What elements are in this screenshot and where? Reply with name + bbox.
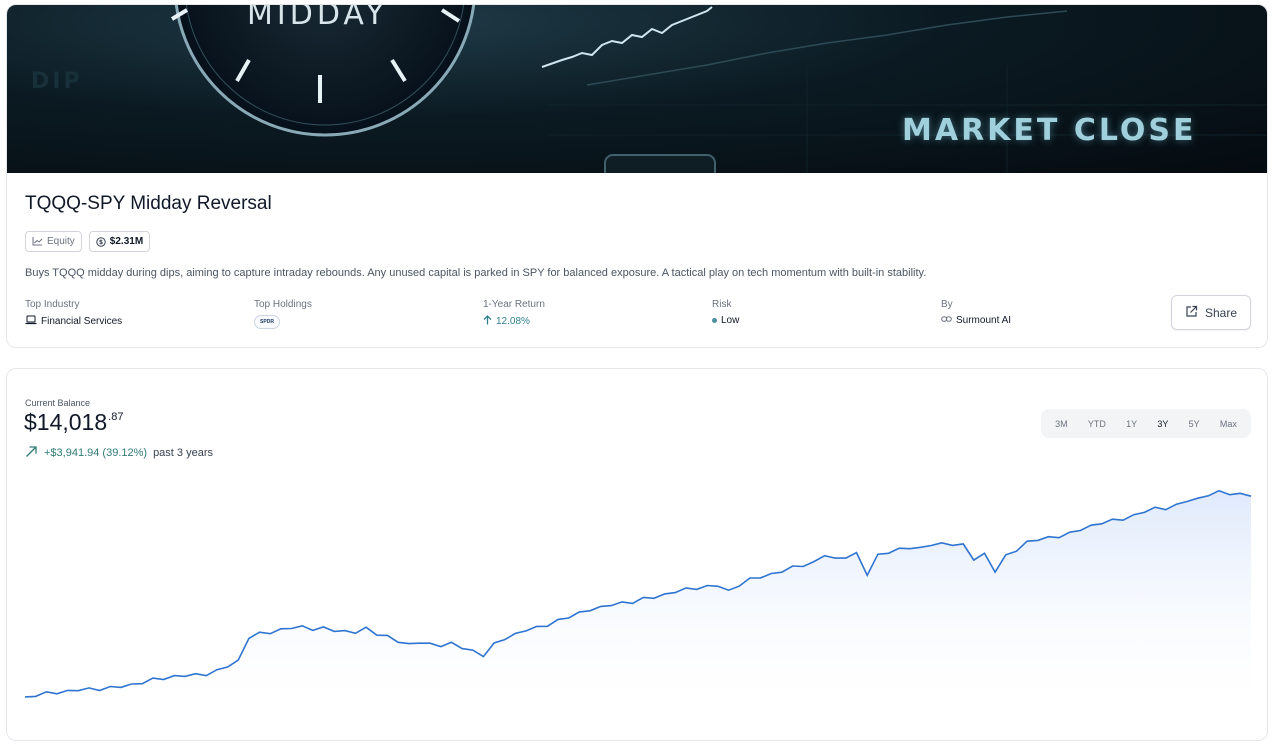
range-3m[interactable]: 3M [1051, 415, 1072, 433]
strategy-description: Buys TQQQ midday during dips, aiming to … [25, 267, 927, 279]
range-ytd[interactable]: YTD [1084, 415, 1110, 433]
chart-area-fill [25, 490, 1251, 701]
stat-label: Top Industry [25, 299, 80, 310]
strategy-title: TQQQ-SPY Midday Reversal [25, 193, 272, 214]
banner-market-close-text: MARKET CLOSE [902, 113, 1197, 148]
stat-value-row: Low [712, 315, 739, 326]
top-industry-value: Financial Services [41, 316, 123, 327]
stat-label: Risk [712, 299, 732, 310]
stat-risk: Risk Low [712, 299, 739, 326]
coin-icon: $ [96, 236, 106, 247]
stat-label: Top Holdings [254, 299, 312, 310]
strategy-banner-image: DIP MIDDAY MARKET CLOSE [7, 5, 1267, 173]
stat-value-row: Surmount AI [941, 315, 1011, 326]
balance-cents: .87 [108, 411, 124, 423]
line-chart-icon [32, 237, 43, 246]
risk-value: Low [721, 315, 740, 326]
spdr-logo[interactable]: SPDR [254, 315, 280, 329]
author-value[interactable]: Surmount AI [956, 315, 1011, 326]
asset-class-label: Equity [47, 236, 75, 247]
range-max[interactable]: Max [1216, 415, 1241, 433]
external-link-icon [1185, 305, 1198, 321]
share-label: Share [1204, 305, 1238, 320]
strategy-tags: Equity $ $2.31M [25, 231, 151, 252]
balance-card: Current Balance $14,018 .87 +$3,941.94 (… [6, 368, 1268, 741]
aum-label: $2.31M [109, 236, 144, 247]
stat-value-row: SPDR [254, 315, 312, 329]
stat-one-year-return: 1-Year Return 12.08% [483, 299, 545, 328]
laptop-icon [25, 315, 37, 328]
range-3y[interactable]: 3Y [1153, 415, 1172, 433]
risk-dot-icon [712, 318, 717, 323]
trend-up-arrow-icon [25, 445, 38, 461]
stat-by: By Surmount AI [941, 299, 1011, 326]
current-balance-value: $14,018 .87 [24, 409, 123, 436]
stat-top-holdings: Top Holdings SPDR [254, 299, 312, 329]
stat-top-industry: Top Industry Financial Services [25, 299, 122, 328]
arrow-up-icon [483, 315, 492, 328]
stat-label: 1-Year Return [483, 299, 545, 310]
share-button[interactable]: Share [1171, 295, 1251, 330]
range-5y[interactable]: 5Y [1185, 415, 1204, 433]
aum-tag[interactable]: $ $2.31M [88, 231, 151, 252]
change-amount: +$3,941.94 (39.12%) [44, 447, 148, 459]
svg-text:$: $ [99, 239, 103, 246]
range-1y[interactable]: 1Y [1122, 415, 1141, 433]
current-balance-label: Current Balance [25, 398, 91, 408]
stat-value-row: 12.08% [483, 315, 545, 328]
link-icon [941, 315, 952, 326]
stat-value-row: Financial Services [25, 315, 122, 328]
balance-chart [24, 489, 1252, 701]
asset-class-tag[interactable]: Equity [25, 231, 82, 252]
time-range-selector: 3M YTD 1Y 3Y 5Y Max [1041, 409, 1251, 438]
change-period: past 3 years [153, 447, 213, 459]
one-year-return-value: 12.08% [496, 316, 530, 327]
strategy-card: DIP MIDDAY MARKET CLOSE TQQQ-SPY Midday … [6, 4, 1268, 348]
balance-main: $14,018 [24, 409, 108, 435]
stat-label: By [941, 299, 953, 310]
banner-midday-text: MIDDAY [247, 5, 388, 32]
banner-dip-text: DIP [31, 69, 83, 94]
balance-change: +$3,941.94 (39.12%) past 3 years [25, 445, 213, 461]
